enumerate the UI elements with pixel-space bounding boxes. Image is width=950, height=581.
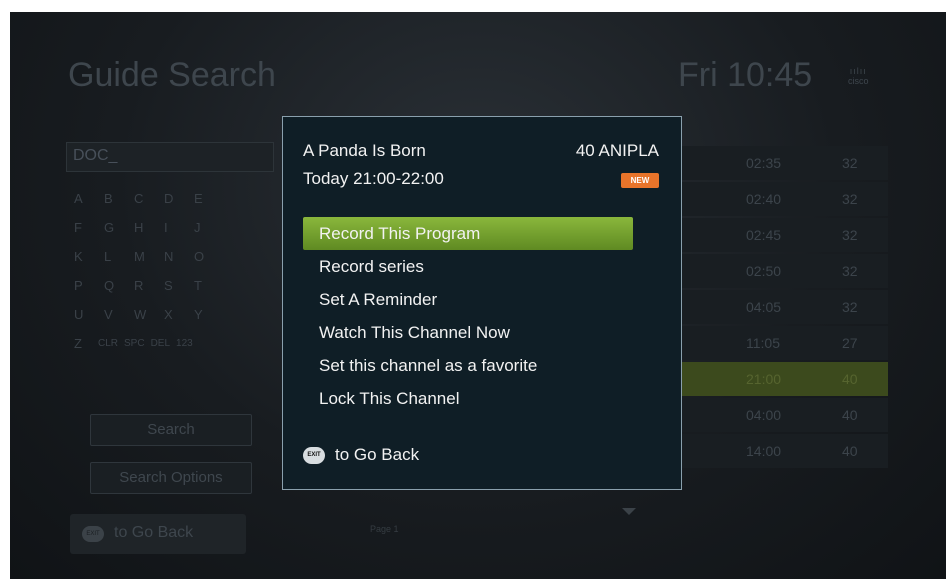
program-channel: 40 ANIPLA <box>575 141 659 160</box>
brand-name: cisco <box>848 76 869 86</box>
program-title: A Panda Is Born <box>303 141 426 160</box>
go-back-hint[interactable]: EXIT to Go Back <box>70 514 246 554</box>
page-title: Guide Search <box>68 56 276 94</box>
menu-item-set-favorite[interactable]: Set this channel as a favorite <box>303 349 633 382</box>
key-k[interactable]: K <box>68 249 98 264</box>
go-back-label: to Go Back <box>114 524 194 541</box>
result-time: 02:45 <box>746 227 782 243</box>
key-s[interactable]: S <box>158 278 188 293</box>
key-x[interactable]: X <box>158 307 188 322</box>
key-j[interactable]: J <box>188 220 218 235</box>
result-channel: 40 <box>842 443 858 459</box>
key-b[interactable]: B <box>98 191 128 206</box>
program-time: Today 21:00-22:00 <box>303 169 444 188</box>
key-a[interactable]: A <box>68 191 98 206</box>
exit-icon: EXIT <box>82 526 104 542</box>
key-l[interactable]: L <box>98 249 128 264</box>
result-time: 02:35 <box>746 155 782 171</box>
result-row[interactable]: 11:05 27 <box>682 326 888 360</box>
result-channel: 27 <box>842 335 858 351</box>
new-badge: NEW <box>621 173 659 188</box>
key-p[interactable]: P <box>68 278 98 293</box>
result-row[interactable]: 04:00 40 <box>682 398 888 432</box>
menu-item-watch-channel[interactable]: Watch This Channel Now <box>303 316 633 349</box>
result-time: 21:00 <box>746 371 782 387</box>
result-time: 04:00 <box>746 407 782 423</box>
menu-item-record-program[interactable]: Record This Program <box>303 217 633 250</box>
key-u[interactable]: U <box>68 307 98 322</box>
result-channel: 40 <box>842 371 858 387</box>
key-space[interactable]: SPC <box>124 338 145 349</box>
result-row[interactable]: 14:00 40 <box>682 434 888 468</box>
search-query-text: DOC_ <box>73 147 118 164</box>
menu-item-record-series[interactable]: Record series <box>303 250 633 283</box>
result-time: 02:50 <box>746 263 782 279</box>
search-input[interactable]: DOC_ <box>66 142 274 172</box>
key-y[interactable]: Y <box>188 307 218 322</box>
popup-go-back-label: to Go Back <box>335 445 420 464</box>
result-time: 14:00 <box>746 443 782 459</box>
key-numbers[interactable]: 123 <box>176 338 193 349</box>
key-w[interactable]: W <box>128 307 158 322</box>
program-options-dialog: A Panda Is Born 40 ANIPLA Today 21:00-22… <box>282 116 682 490</box>
key-c[interactable]: C <box>128 191 158 206</box>
options-menu: Record This Program Record series Set A … <box>303 217 633 415</box>
key-g[interactable]: G <box>98 220 128 235</box>
search-button[interactable]: Search <box>90 414 252 446</box>
brand-logo: ıılıı cisco <box>848 66 869 86</box>
result-row[interactable]: 02:35 32 <box>682 146 888 180</box>
cisco-bars-icon: ıılıı <box>849 66 867 76</box>
key-d[interactable]: D <box>158 191 188 206</box>
result-channel: 32 <box>842 155 858 171</box>
result-row[interactable]: 02:45 32 <box>682 218 888 252</box>
scroll-down-icon[interactable] <box>622 508 636 515</box>
on-screen-keyboard: A B C D E F G H I J K L M N O P Q R S T <box>68 184 288 358</box>
menu-item-set-reminder[interactable]: Set A Reminder <box>303 283 633 316</box>
key-n[interactable]: N <box>158 249 188 264</box>
results-list: 02:35 32 02:40 32 02:45 32 02:50 32 04:05 32 … <box>682 146 888 470</box>
key-e[interactable]: E <box>188 191 218 206</box>
page-indicator: Page 1 <box>370 524 399 534</box>
result-row[interactable]: 04:05 32 <box>682 290 888 324</box>
key-m[interactable]: M <box>128 249 158 264</box>
exit-icon: EXIT <box>303 447 325 464</box>
key-f[interactable]: F <box>68 220 98 235</box>
result-time: 11:05 <box>746 335 780 351</box>
search-options-button[interactable]: Search Options <box>90 462 252 494</box>
key-delete[interactable]: DEL <box>151 338 170 349</box>
key-o[interactable]: O <box>188 249 218 264</box>
key-t[interactable]: T <box>188 278 218 293</box>
result-row-selected[interactable]: 21:00 40 <box>682 362 888 396</box>
result-time: 02:40 <box>746 191 782 207</box>
key-q[interactable]: Q <box>98 278 128 293</box>
tv-screen: Guide Search Fri 10:45 ıılıı cisco DOC_ … <box>10 12 946 579</box>
key-z[interactable]: Z <box>68 336 98 351</box>
key-h[interactable]: H <box>128 220 158 235</box>
key-i[interactable]: I <box>158 220 188 235</box>
result-channel: 32 <box>842 227 858 243</box>
result-channel: 32 <box>842 299 858 315</box>
result-row[interactable]: 02:40 32 <box>682 182 888 216</box>
result-time: 04:05 <box>746 299 782 315</box>
result-channel: 40 <box>842 407 858 423</box>
result-channel: 32 <box>842 191 858 207</box>
result-row[interactable]: 02:50 32 <box>682 254 888 288</box>
menu-item-lock-channel[interactable]: Lock This Channel <box>303 382 633 415</box>
key-v[interactable]: V <box>98 307 128 322</box>
clock: Fri 10:45 <box>678 56 813 94</box>
result-channel: 32 <box>842 263 858 279</box>
key-clear[interactable]: CLR <box>98 338 118 349</box>
key-r[interactable]: R <box>128 278 158 293</box>
